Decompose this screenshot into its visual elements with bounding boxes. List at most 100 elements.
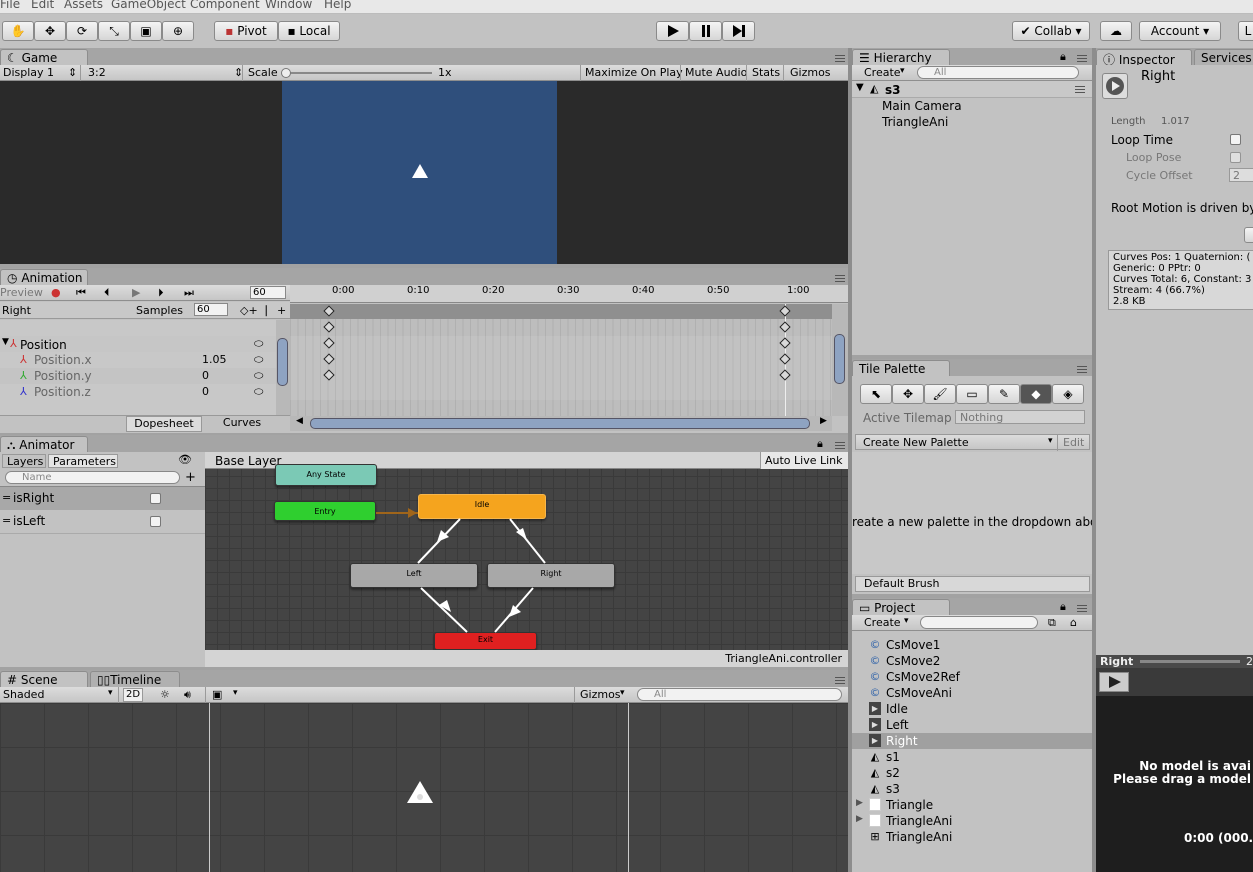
- param-checkbox[interactable]: [150, 493, 161, 504]
- step-button[interactable]: [722, 21, 755, 41]
- drag-handle-icon[interactable]: =: [2, 514, 11, 527]
- eye-icon[interactable]: 👁︎: [178, 453, 192, 466]
- clip-dropdown[interactable]: Right: [2, 304, 31, 317]
- frame-field[interactable]: 60: [250, 286, 286, 299]
- cloud-button[interactable]: ☁: [1100, 21, 1132, 41]
- project-item[interactable]: ◭ s3: [852, 781, 1092, 797]
- scene-view[interactable]: [0, 703, 848, 872]
- property-row[interactable]: ⅄ Position.y 0 ⬭: [0, 368, 276, 384]
- filter-type-icon[interactable]: ⧉: [1048, 616, 1056, 630]
- lighting-icon[interactable]: ☼: [160, 688, 170, 701]
- brush-dropdown[interactable]: Default Brush: [855, 576, 1090, 592]
- project-item[interactable]: ◭ s2: [852, 765, 1092, 781]
- tab-inspector[interactable]: ⓘ Inspector: [1096, 49, 1192, 67]
- loop-time-checkbox[interactable]: [1230, 134, 1241, 145]
- hand-tool-icon[interactable]: ✋: [2, 21, 34, 41]
- tab-game[interactable]: ☾ Game: [0, 49, 88, 65]
- property-row[interactable]: ⅄ Position.x 1.05 ⬭: [0, 352, 276, 368]
- curve-visibility-icon[interactable]: ⬭: [254, 337, 263, 351]
- drag-handle-icon[interactable]: =: [2, 491, 11, 504]
- param-row[interactable]: = isLeft: [0, 510, 205, 534]
- dopesheet-area[interactable]: [290, 304, 832, 416]
- property-value[interactable]: 1.05: [202, 353, 227, 366]
- project-search-input[interactable]: [920, 616, 1038, 629]
- menu-help[interactable]: Help: [324, 0, 351, 11]
- project-item[interactable]: ▶ Idle: [852, 701, 1092, 717]
- rotate-tool-icon[interactable]: ⟳: [66, 21, 98, 41]
- tab-curves[interactable]: Curves: [204, 416, 280, 432]
- triangle-sprite[interactable]: [407, 781, 433, 803]
- paint-brush-icon[interactable]: 🖌︎: [924, 384, 956, 404]
- scale-tool-icon[interactable]: ⤡: [98, 21, 130, 41]
- project-item[interactable]: © CsMove2: [852, 653, 1092, 669]
- filter-label-icon[interactable]: ⌂: [1070, 616, 1077, 629]
- menu-edit[interactable]: Edit: [31, 0, 54, 11]
- scene-search-input[interactable]: All: [637, 688, 842, 701]
- tab-parameters[interactable]: Parameters: [48, 454, 118, 468]
- display-dropdown[interactable]: Display 1: [3, 66, 54, 79]
- root-motion-button[interactable]: [1244, 227, 1253, 243]
- expand-arrow-icon[interactable]: ▼: [856, 82, 864, 93]
- gizmos-dropdown[interactable]: Gizmos: [790, 66, 831, 79]
- effects-icon[interactable]: ▣: [212, 688, 222, 701]
- curve-visibility-icon[interactable]: ⬭: [254, 353, 263, 367]
- project-item[interactable]: ⊞ TriangleAni: [852, 829, 1092, 845]
- curve-visibility-icon[interactable]: ⬭: [254, 369, 263, 383]
- project-item[interactable]: ◭ s1: [852, 749, 1092, 765]
- hierarchy-search-input[interactable]: All: [917, 66, 1079, 79]
- panel-menu-icon[interactable]: [835, 677, 845, 684]
- first-key-icon[interactable]: ⏮: [76, 286, 86, 300]
- param-checkbox[interactable]: [150, 516, 161, 527]
- tab-tile-palette[interactable]: Tile Palette: [852, 360, 950, 376]
- aspect-dropdown[interactable]: 3:2: [88, 66, 106, 79]
- pause-button[interactable]: [689, 21, 722, 41]
- panel-menu-icon[interactable]: [835, 275, 845, 282]
- tab-timeline[interactable]: ▯▯Timeline: [90, 671, 180, 687]
- menu-component[interactable]: Component: [190, 0, 260, 11]
- rect-tool-icon[interactable]: ▣: [130, 21, 162, 41]
- game-view[interactable]: [0, 81, 848, 264]
- account-button[interactable]: Account ▾: [1139, 21, 1221, 41]
- edit-palette-button[interactable]: Edit: [1063, 436, 1084, 449]
- hierarchy-create-button[interactable]: Create: [864, 66, 901, 79]
- layers-dropdown[interactable]: L: [1238, 21, 1253, 41]
- project-item[interactable]: ▶ Left: [852, 717, 1092, 733]
- move-tool-icon[interactable]: ✥: [892, 384, 924, 404]
- panel-menu-icon[interactable]: [1077, 605, 1087, 612]
- menu-file[interactable]: File: [0, 0, 20, 11]
- tab-dopesheet[interactable]: Dopesheet: [126, 416, 202, 432]
- eraser-icon[interactable]: ◆: [1020, 384, 1052, 404]
- tab-hierarchy[interactable]: ☰ Hierarchy: [852, 49, 950, 65]
- tab-layers[interactable]: Layers: [2, 454, 46, 468]
- palette-area[interactable]: reate a new palette in the dropdown abov: [852, 452, 1092, 574]
- cycle-offset-field[interactable]: 2: [1229, 168, 1253, 182]
- loop-pose-checkbox[interactable]: [1230, 152, 1241, 163]
- expand-arrow-icon[interactable]: ▶: [856, 814, 863, 824]
- property-value[interactable]: 0: [202, 385, 209, 398]
- prev-key-icon[interactable]: ⏴: [104, 286, 110, 300]
- lock-icon[interactable]: 🔒︎: [1060, 600, 1066, 614]
- panel-menu-icon[interactable]: [1077, 366, 1087, 373]
- project-create-button[interactable]: Create: [864, 616, 901, 629]
- scene-row[interactable]: ▼ ◭ s3: [852, 81, 1092, 98]
- maximize-on-play-toggle[interactable]: Maximize On Play: [585, 66, 683, 79]
- add-param-icon[interactable]: +: [185, 470, 196, 485]
- tab-services[interactable]: Services: [1194, 49, 1253, 65]
- menu-gameobject[interactable]: GameObject: [111, 0, 186, 11]
- curve-visibility-icon[interactable]: ⬭: [254, 385, 263, 399]
- param-row[interactable]: = isRight: [0, 486, 205, 510]
- lock-icon[interactable]: 🔒︎: [817, 437, 823, 451]
- scale-slider[interactable]: [282, 72, 432, 74]
- timeline-ruler[interactable]: 0:00 0:10 0:20 0:30 0:40 0:50 1:00: [290, 285, 848, 303]
- panel-menu-icon[interactable]: [1077, 55, 1087, 62]
- property-value[interactable]: 0: [202, 369, 209, 382]
- scene-gizmos-dropdown[interactable]: Gizmos: [580, 688, 621, 701]
- panel-menu-icon[interactable]: [835, 55, 845, 62]
- picker-icon[interactable]: ✎: [988, 384, 1020, 404]
- audio-icon[interactable]: 🔊︎: [184, 688, 191, 702]
- property-scrollbar[interactable]: [276, 320, 290, 415]
- hierarchy-item[interactable]: TriangleAni: [882, 115, 948, 129]
- box-fill-icon[interactable]: ▭: [956, 384, 988, 404]
- dopesheet-vscroll[interactable]: [832, 304, 848, 416]
- add-event-icon[interactable]: ⎸+: [266, 304, 286, 318]
